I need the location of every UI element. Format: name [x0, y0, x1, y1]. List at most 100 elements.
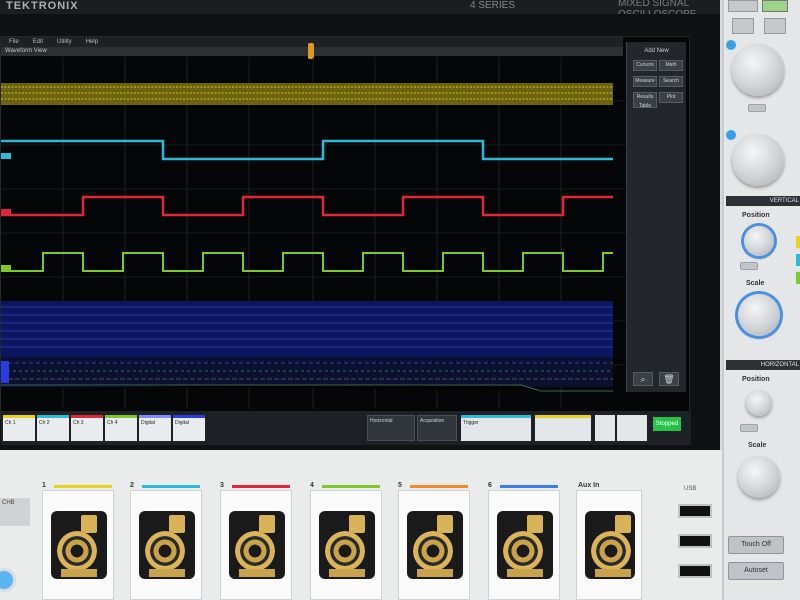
- multipurpose-knob-a[interactable]: [732, 44, 784, 96]
- results-table-button[interactable]: Results Table: [633, 92, 657, 109]
- connector-6-label: 6: [488, 482, 492, 489]
- touch-off-button[interactable]: Touch Off: [728, 536, 784, 554]
- vertical-position-knob[interactable]: [744, 226, 774, 256]
- svg-text:·: ·: [313, 403, 314, 408]
- usb-label: USB: [684, 486, 697, 492]
- horizontal-position-knob[interactable]: [746, 390, 772, 416]
- probe-compensation-label: CHB: [0, 498, 30, 526]
- acquisition-settings[interactable]: Acquisition: [417, 415, 457, 441]
- connector-3-label: 3: [220, 482, 224, 489]
- ch3-trace: [1, 195, 613, 217]
- front-panel-controls: VERTICAL Position Scale HORIZONTAL Posit…: [722, 0, 800, 600]
- brand-logo: TEKTRONIX: [6, 0, 79, 12]
- digital-badge-1[interactable]: Digital: [139, 415, 171, 441]
- connector-6-color: [500, 485, 558, 488]
- menu-help[interactable]: Help: [86, 37, 98, 47]
- ch3-marker: [1, 209, 11, 215]
- ch2-marker: [1, 153, 11, 159]
- horizontal-section-title: HORIZONTAL: [726, 360, 800, 370]
- connector-1-label: 1: [42, 482, 46, 489]
- ch4-select-strip[interactable]: [796, 272, 800, 284]
- trigger-settings[interactable]: Trigger: [461, 415, 531, 441]
- cursors-button[interactable]: Cursors: [633, 60, 657, 71]
- record-settings[interactable]: [595, 415, 615, 441]
- series-label: 4 SERIES: [470, 0, 516, 11]
- search-button[interactable]: Search: [659, 76, 683, 87]
- connector-2-label: 2: [130, 482, 134, 489]
- add-new-panel: Add New Cursors Math Measure Search Resu…: [626, 42, 686, 392]
- autoset-button[interactable]: Autoset: [728, 562, 784, 580]
- ch1-trace: [1, 83, 613, 105]
- vertical-scale-label: Scale: [746, 280, 765, 287]
- top-left-key[interactable]: [728, 0, 758, 12]
- multipurpose-key-b[interactable]: [764, 18, 786, 34]
- ch1-badge[interactable]: Ch 1: [3, 415, 35, 441]
- connector-panel: CHB 1 2 3 4 5 6 Aux In USB: [0, 450, 722, 600]
- waveform-view-label: Waveform View: [5, 48, 47, 54]
- connector-5-color: [410, 485, 468, 488]
- channel-4-connector[interactable]: [310, 490, 382, 600]
- connector-4-label: 4: [310, 482, 314, 489]
- ch2-trace: [1, 139, 613, 161]
- connector-2-color: [142, 485, 200, 488]
- menu-file[interactable]: File: [9, 37, 19, 47]
- connector-3-color: [232, 485, 290, 488]
- multipurpose-key-a[interactable]: [732, 18, 754, 34]
- ch1-select-strip[interactable]: [796, 236, 800, 248]
- fine-button-a[interactable]: [748, 104, 766, 112]
- connector-1-color: [54, 485, 112, 488]
- plot-button[interactable]: Plot: [659, 92, 683, 103]
- ch2-badge[interactable]: Ch 2: [37, 415, 69, 441]
- multipurpose-a-indicator: [726, 40, 736, 50]
- svg-text:·: ·: [187, 403, 188, 408]
- ch4-marker: [1, 265, 11, 271]
- trigger-source-settings[interactable]: [535, 415, 591, 441]
- display-screen: File Edit Utility Help Waveform View · ·…: [0, 36, 691, 445]
- svg-text:·: ·: [61, 403, 62, 408]
- channel-6-connector[interactable]: [488, 490, 560, 600]
- zoom-icon[interactable]: ⌕: [633, 372, 653, 386]
- ch2-select-strip[interactable]: [796, 254, 800, 266]
- measure-button[interactable]: Measure: [633, 76, 657, 87]
- ch3-badge[interactable]: Ch 3: [71, 415, 103, 441]
- run-stop-status[interactable]: Stopped: [653, 417, 681, 431]
- horizontal-scale-knob[interactable]: [738, 456, 780, 498]
- ch4-trace: [1, 252, 613, 272]
- usb-port-2[interactable]: [678, 534, 712, 548]
- digital-bus-traces: [1, 301, 613, 392]
- math-button[interactable]: Math: [659, 60, 683, 71]
- connector-5-label: 5: [398, 482, 402, 489]
- channel-1-connector[interactable]: [42, 490, 114, 600]
- horizontal-settings[interactable]: Horizontal: [367, 415, 415, 441]
- menu-edit[interactable]: Edit: [33, 37, 43, 47]
- vertical-push-button[interactable]: [740, 262, 758, 270]
- settings-bar: Ch 1 Ch 2 Ch 3 Ch 4 Digital Digital Hori…: [1, 411, 691, 445]
- top-right-key[interactable]: [762, 0, 788, 12]
- multipurpose-b-indicator: [726, 130, 736, 140]
- horizontal-scale-label: Scale: [748, 442, 767, 449]
- usb-port-3[interactable]: [678, 564, 712, 578]
- vertical-position-label: Position: [742, 212, 770, 219]
- aux-in-label: Aux In: [578, 482, 600, 489]
- waveform-display[interactable]: · · · ·: [1, 57, 626, 409]
- channel-3-connector[interactable]: [220, 490, 292, 600]
- channel-2-connector[interactable]: [130, 490, 202, 600]
- horizontal-position-label: Position: [742, 376, 770, 383]
- trash-icon[interactable]: 🗑: [659, 372, 679, 386]
- digital-badge-2[interactable]: Digital: [173, 415, 205, 441]
- horizontal-push-button[interactable]: [740, 424, 758, 432]
- vertical-scale-knob[interactable]: [738, 294, 780, 336]
- display-bezel: File Edit Utility Help Waveform View · ·…: [0, 14, 720, 450]
- menu-utility[interactable]: Utility: [57, 37, 72, 47]
- svg-text:·: ·: [437, 403, 438, 408]
- connector-4-color: [322, 485, 380, 488]
- multipurpose-knob-b[interactable]: [732, 134, 784, 186]
- vertical-section-title: VERTICAL: [726, 196, 800, 206]
- channel-5-connector[interactable]: [398, 490, 470, 600]
- power-indicator[interactable]: [0, 568, 16, 592]
- digital-marker: [1, 361, 9, 383]
- usb-port-1[interactable]: [678, 504, 712, 518]
- acq-mode-settings[interactable]: [617, 415, 647, 441]
- aux-in-connector[interactable]: [576, 490, 642, 600]
- ch4-badge[interactable]: Ch 4: [105, 415, 137, 441]
